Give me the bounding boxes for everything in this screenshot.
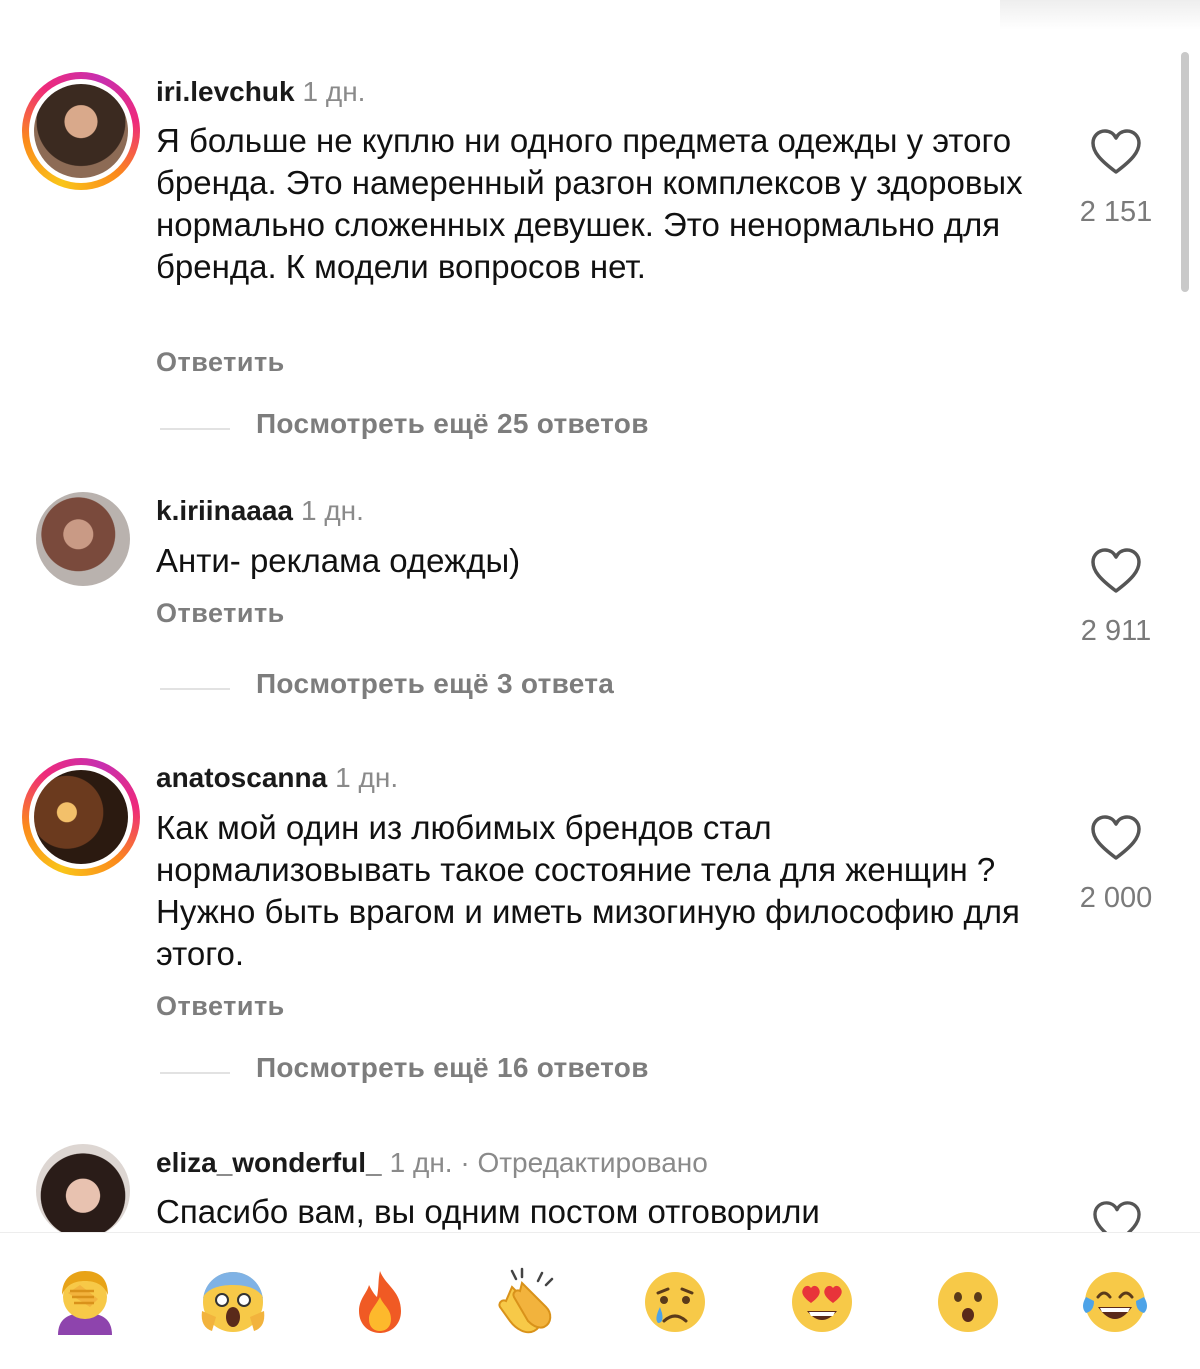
- heart-outline-icon[interactable]: [1090, 128, 1142, 176]
- comment-username[interactable]: anatoscanna: [156, 762, 327, 793]
- comment-time: 1 дн.: [300, 495, 364, 526]
- avatar[interactable]: [36, 492, 130, 586]
- fire-emoji-icon[interactable]: [345, 1267, 415, 1337]
- avatar[interactable]: [36, 1144, 130, 1238]
- like-button[interactable]: 2 151: [1070, 128, 1162, 229]
- heart-outline-icon[interactable]: [1090, 814, 1142, 862]
- comment-time: 1 дн.: [335, 762, 399, 793]
- comment-username[interactable]: iri.levchuk: [156, 76, 295, 107]
- view-more-replies-label: Посмотреть ещё 16 ответов: [256, 1052, 649, 1083]
- view-more-replies-label: Посмотреть ещё 3 ответа: [256, 668, 615, 699]
- facepalm-emoji-icon[interactable]: [50, 1267, 120, 1337]
- emoji-reaction-bar: [0, 1232, 1200, 1369]
- comment-text: Анти- реклама одежды): [156, 542, 521, 579]
- tears-of-joy-emoji-icon[interactable]: [1080, 1267, 1150, 1337]
- clapping-hands-emoji-icon[interactable]: [492, 1267, 562, 1337]
- story-ring[interactable]: [22, 758, 140, 876]
- screaming-face-emoji-icon[interactable]: [198, 1267, 268, 1337]
- reply-button[interactable]: Ответить: [156, 347, 285, 378]
- comment-username[interactable]: eliza_wonderful_: [156, 1147, 382, 1178]
- like-count: 2 911: [1080, 615, 1152, 647]
- comment-text: Спасибо вам, вы одним постом отговорили: [156, 1193, 820, 1230]
- avatar-frame: [22, 1130, 140, 1248]
- comment-time: 1 дн.: [389, 1147, 453, 1178]
- edited-label: · Отредактировано: [460, 1147, 708, 1178]
- top-edge-shadow: [1000, 0, 1200, 30]
- comment-username[interactable]: k.iriinaaaa: [156, 495, 293, 526]
- avatar[interactable]: [34, 770, 128, 864]
- reply-button[interactable]: Ответить: [156, 991, 285, 1022]
- like-button[interactable]: 2 000: [1070, 814, 1162, 915]
- divider-line: [160, 1072, 230, 1074]
- comment-meta: k.iriinaaaa 1 дн.: [156, 495, 364, 527]
- comment-text: Я больше не куплю ни одного предмета оде…: [156, 122, 1023, 285]
- comment-time: 1 дн.: [302, 76, 366, 107]
- avatar[interactable]: [34, 84, 128, 178]
- scrollbar[interactable]: [1181, 52, 1189, 292]
- heart-eyes-emoji-icon[interactable]: [787, 1267, 857, 1337]
- comment-meta: eliza_wonderful_ 1 дн. · Отредактировано: [156, 1147, 708, 1179]
- view-more-replies-label: Посмотреть ещё 25 ответов: [256, 408, 649, 439]
- astonished-face-emoji-icon[interactable]: [933, 1267, 1003, 1337]
- like-count: 2 000: [1079, 882, 1153, 914]
- comment-text: Как мой один из любимых брендов стал нор…: [156, 809, 1020, 972]
- heart-outline-icon[interactable]: [1092, 1200, 1142, 1232]
- story-ring[interactable]: [22, 72, 140, 190]
- like-count: 2 151: [1079, 196, 1153, 228]
- heart-outline-icon[interactable]: [1090, 547, 1142, 595]
- divider-line: [160, 688, 230, 690]
- crying-face-emoji-icon[interactable]: [640, 1267, 710, 1337]
- divider-line: [160, 428, 230, 430]
- comment-meta: anatoscanna 1 дн.: [156, 762, 398, 794]
- avatar-frame: [22, 478, 140, 596]
- reply-button[interactable]: Ответить: [156, 598, 285, 629]
- like-button[interactable]: 2 911: [1070, 547, 1162, 648]
- comment-meta: iri.levchuk 1 дн.: [156, 76, 365, 108]
- like-button[interactable]: [1092, 1200, 1142, 1232]
